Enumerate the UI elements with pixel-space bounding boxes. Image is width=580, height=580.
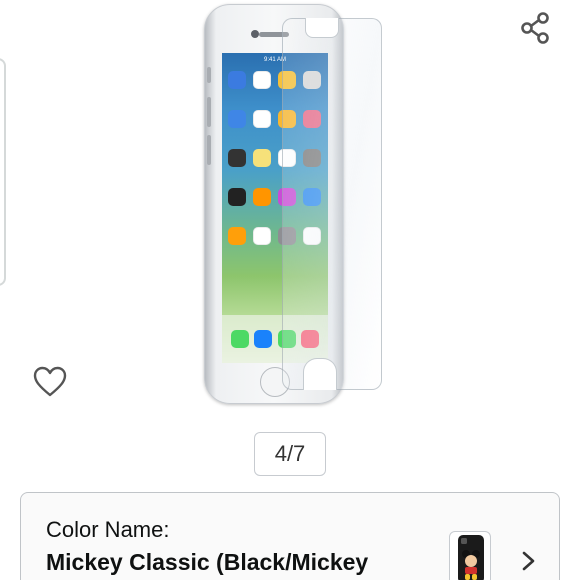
front-camera	[251, 30, 259, 38]
phone-dock-icon	[230, 330, 249, 348]
product-gallery-page: 9:41 AM 4/7 Color Name: Mickey Classic (…	[0, 0, 580, 580]
phone-app-icon	[253, 188, 271, 206]
protector-top-cutout	[305, 18, 339, 38]
phone-app-icon	[228, 227, 246, 245]
variant-label: Color Name:	[46, 517, 170, 542]
mickey-case-thumbnail-image	[458, 535, 484, 580]
phone-app-icon	[253, 71, 271, 89]
phone-app-icon	[228, 71, 246, 89]
variant-swatch-thumbnail[interactable]	[449, 531, 491, 580]
phone-app-icon	[253, 110, 271, 128]
protector-home-cutout	[303, 358, 337, 390]
product-image[interactable]: 9:41 AM	[198, 0, 388, 410]
favorite-button[interactable]	[28, 360, 72, 404]
chevron-right-icon	[522, 551, 535, 571]
share-icon	[521, 12, 549, 44]
heart-outline-icon	[33, 366, 67, 397]
phone-app-icon	[228, 188, 246, 206]
phone-app-icon	[253, 149, 271, 167]
phone-volume-down	[207, 135, 211, 165]
phone-app-icon	[228, 110, 246, 128]
screen-protector	[282, 18, 382, 390]
image-page-indicator: 4/7	[254, 432, 326, 476]
variant-next-button[interactable]	[515, 547, 543, 575]
phone-dock-icon	[254, 330, 273, 348]
previous-image-card-edge[interactable]	[0, 58, 6, 286]
variant-value: Mickey Classic (Black/Mickey	[46, 549, 369, 575]
phone-volume-up	[207, 97, 211, 127]
phone-mute-switch	[207, 67, 211, 83]
phone-app-icon	[253, 227, 271, 245]
color-variant-selector[interactable]: Color Name: Mickey Classic (Black/Mickey	[20, 492, 560, 580]
phone-app-icon	[228, 149, 246, 167]
share-button[interactable]	[515, 10, 555, 46]
